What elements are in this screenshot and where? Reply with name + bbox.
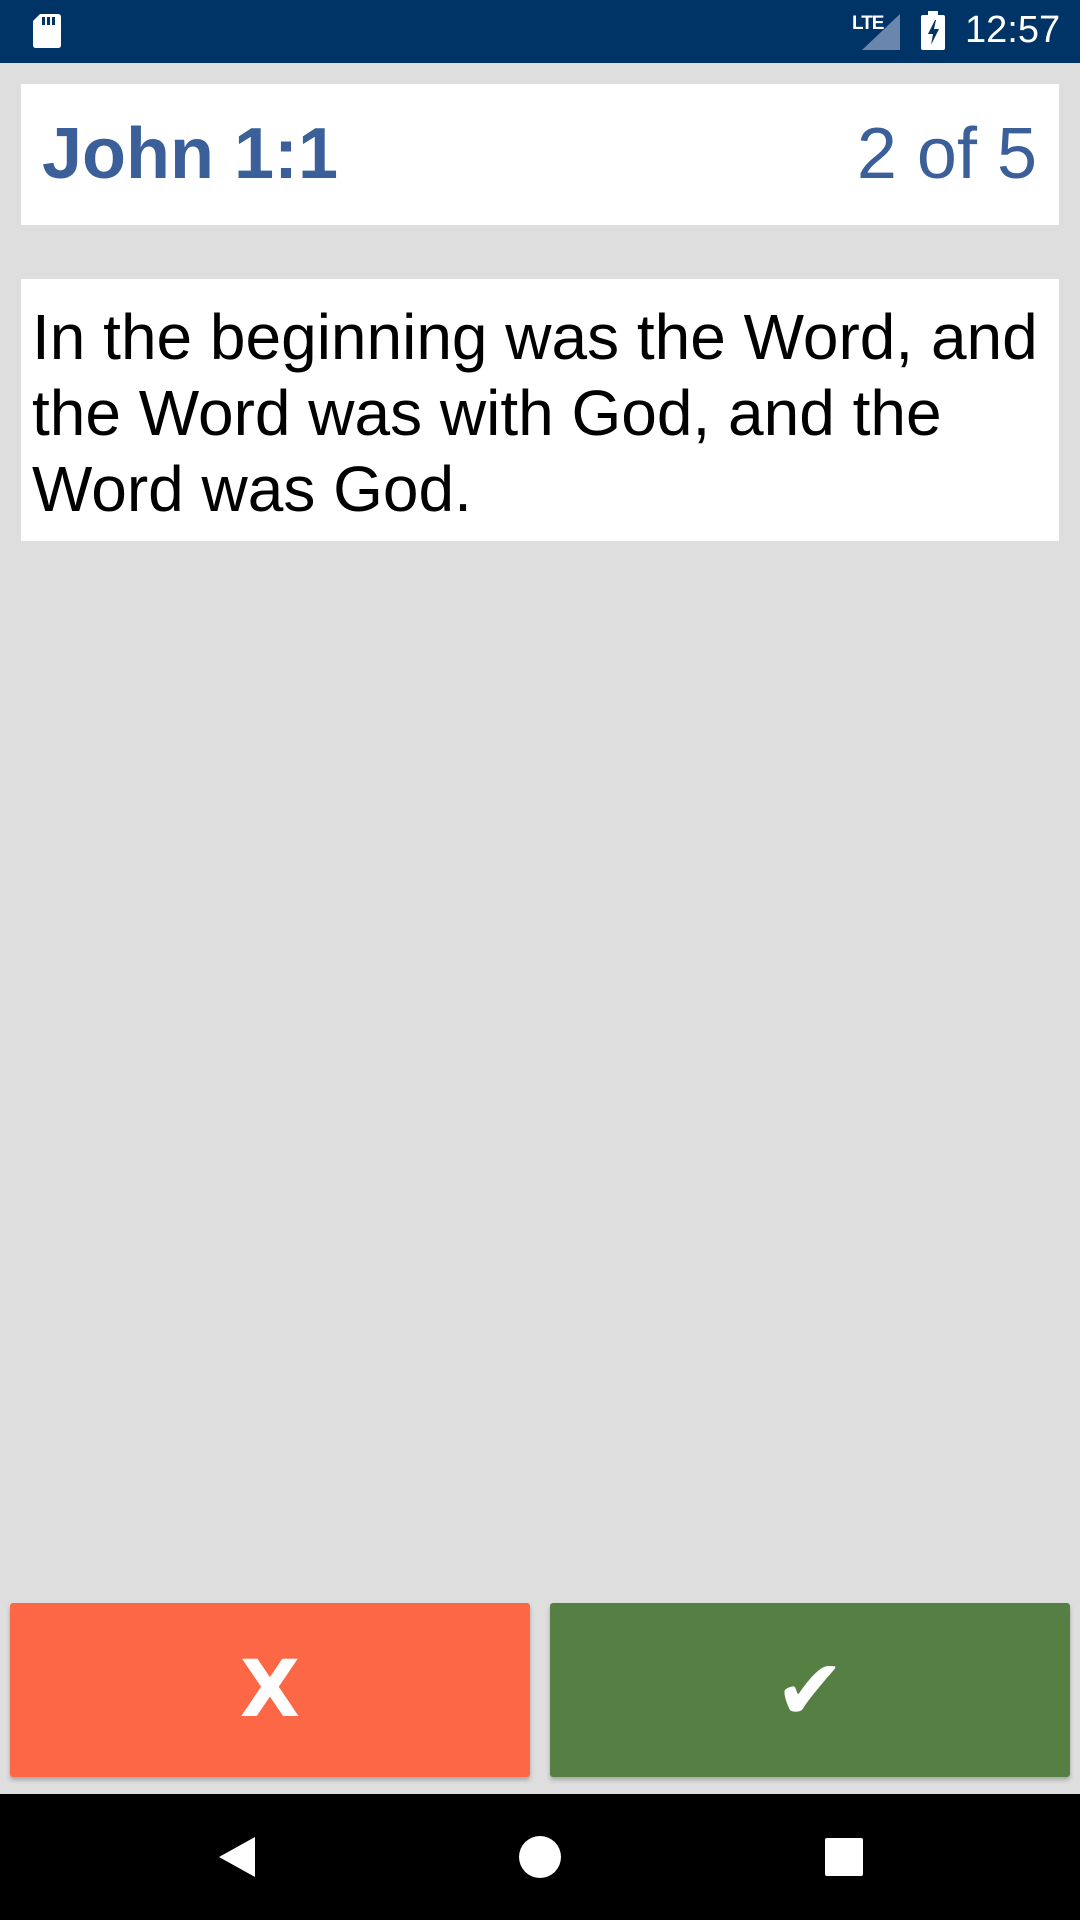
status-bar: LTE 12:57 xyxy=(0,0,1080,63)
home-icon xyxy=(519,1836,561,1878)
recents-icon xyxy=(825,1838,863,1876)
nav-back-button[interactable] xyxy=(177,1794,297,1920)
nav-home-button[interactable] xyxy=(480,1794,600,1920)
back-icon xyxy=(219,1837,255,1877)
battery-charging-icon xyxy=(921,11,945,50)
verse-card: In the beginning was the Word, and the W… xyxy=(21,279,1059,541)
signal-icon xyxy=(862,14,900,50)
nav-recents-button[interactable] xyxy=(784,1794,904,1920)
navigation-bar xyxy=(0,1794,1080,1920)
progress-counter: 2 of 5 xyxy=(856,114,1037,194)
app-screen: LTE 12:57 John 1:1 2 of 5 In the beginni… xyxy=(0,0,1080,1920)
mark-correct-button[interactable]: ✔ xyxy=(550,1603,1070,1777)
sd-card-icon xyxy=(33,14,61,48)
verse-reference: John 1:1 xyxy=(42,114,339,194)
verse-text: In the beginning was the Word, and the W… xyxy=(32,301,1038,525)
mark-wrong-button[interactable]: X xyxy=(10,1603,530,1777)
close-icon: X xyxy=(239,1645,301,1735)
verse-header-card: John 1:1 2 of 5 xyxy=(21,84,1059,225)
checkmark-icon: ✔ xyxy=(774,1641,846,1739)
status-clock: 12:57 xyxy=(965,9,1061,51)
